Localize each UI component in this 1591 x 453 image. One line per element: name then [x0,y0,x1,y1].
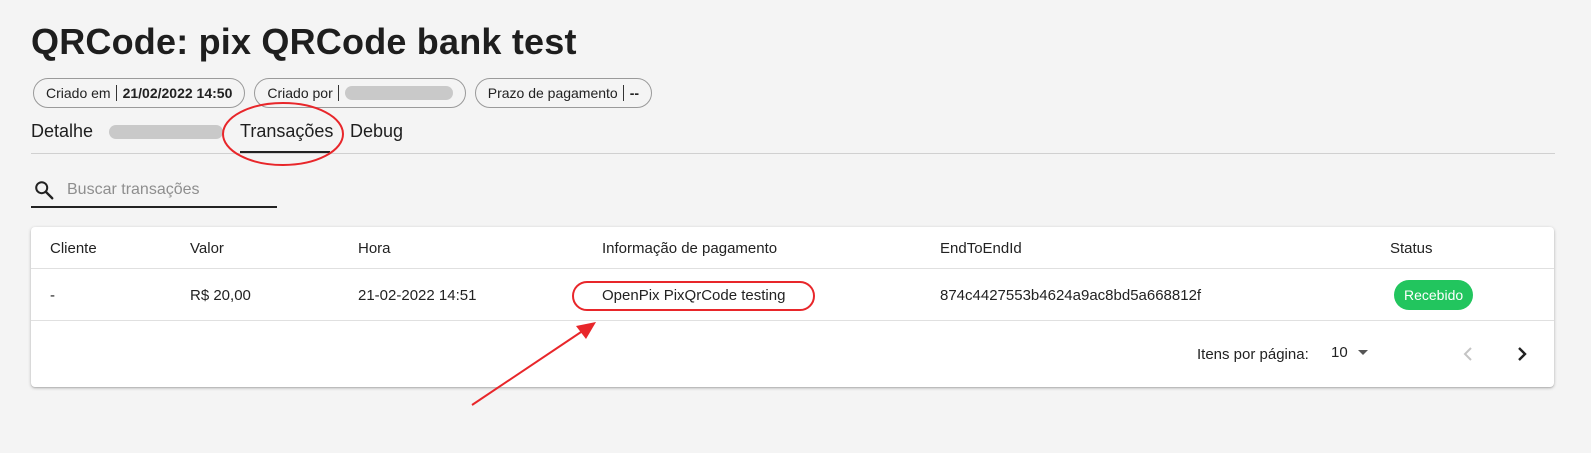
chevron-right-icon[interactable] [1510,342,1534,366]
chip-separator [115,85,117,101]
items-per-page-select[interactable]: 10 [1331,344,1368,361]
chip-separator [337,85,339,101]
chip-created-by: Criado por [254,78,466,108]
items-per-page-label: Itens por página: [1197,346,1309,363]
chip-label: Criado em [46,85,111,101]
redacted-value [344,86,453,100]
chip-label: Prazo de pagamento [487,85,618,101]
chip-label: Criado por [267,85,333,101]
tab-detalhe[interactable]: Detalhe [31,121,93,142]
chip-separator [622,85,624,101]
chip-value: -- [629,85,640,101]
redacted-tab[interactable] [109,125,223,139]
column-header-status[interactable]: Status [1390,240,1433,257]
column-header-valor[interactable]: Valor [190,240,224,257]
search-icon [35,181,54,200]
chip-payment-deadline: Prazo de pagamento -- [474,78,653,108]
cell-info: OpenPix PixQrCode testing [602,287,786,304]
pagination: Itens por página: 10 [31,322,1554,387]
column-header-cliente[interactable]: Cliente [50,240,97,257]
cell-endtoendid: 874c4427553b4624a9ac8bd5a668812f [940,287,1202,304]
cell-valor: R$ 20,00 [190,287,251,304]
status-badge: Recebido [1394,280,1474,310]
page-title: QRCode: pix QRCode bank test [31,21,577,62]
table-header-row: Cliente Valor Hora Informação de pagamen… [31,227,1554,269]
search-bar [31,174,277,208]
chip-value: 21/02/2022 14:50 [122,85,233,101]
active-tab-indicator [240,151,330,153]
table-row[interactable]: - R$ 20,00 21-02-2022 14:51 OpenPix PixQ… [31,269,1554,321]
items-per-page-value: 10 [1331,344,1348,361]
cell-hora: 21-02-2022 14:51 [358,287,477,304]
chevron-down-icon [1357,350,1368,355]
transactions-table: Cliente Valor Hora Informação de pagamen… [31,227,1554,387]
chip-created-at: Criado em 21/02/2022 14:50 [33,78,246,108]
tab-transacoes[interactable]: Transações [240,121,333,142]
tab-bar: Detalhe Transações Debug [31,114,1555,154]
cell-cliente: - [50,287,55,304]
info-chips: Criado em 21/02/2022 14:50 Criado por Pr… [33,78,653,108]
column-header-info[interactable]: Informação de pagamento [602,240,777,257]
tab-debug[interactable]: Debug [350,121,403,142]
search-input[interactable] [65,180,265,200]
chevron-left-icon[interactable] [1456,342,1480,366]
column-header-hora[interactable]: Hora [358,240,391,257]
column-header-endtoendid[interactable]: EndToEndId [940,240,1022,257]
